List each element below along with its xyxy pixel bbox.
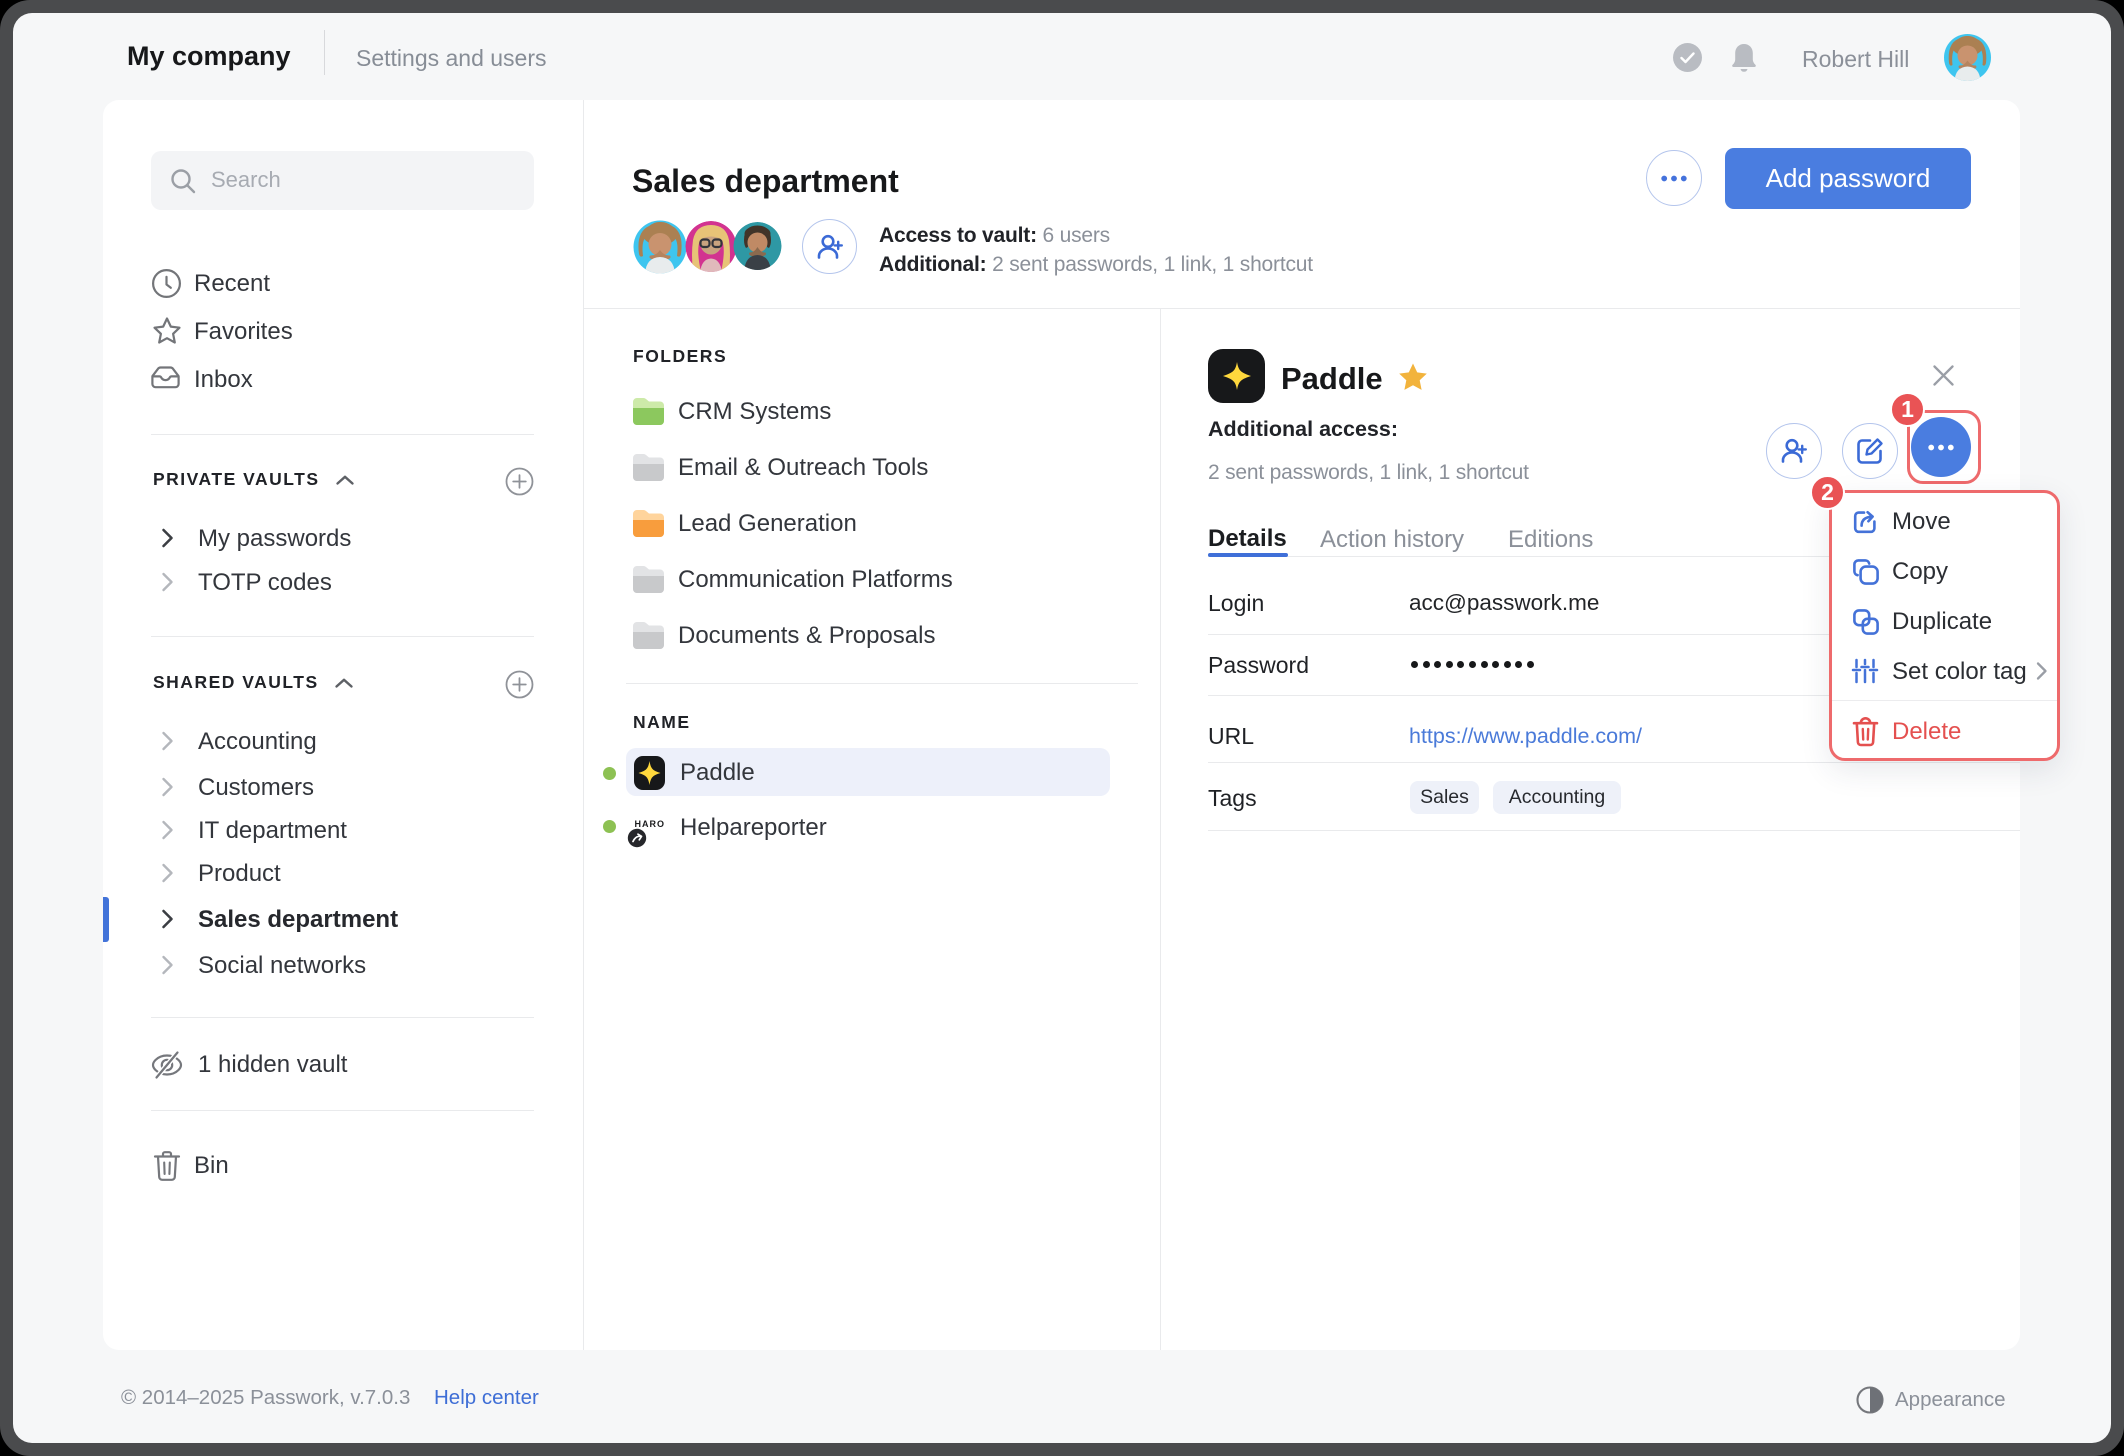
svg-text:HARO: HARO [635,819,666,829]
